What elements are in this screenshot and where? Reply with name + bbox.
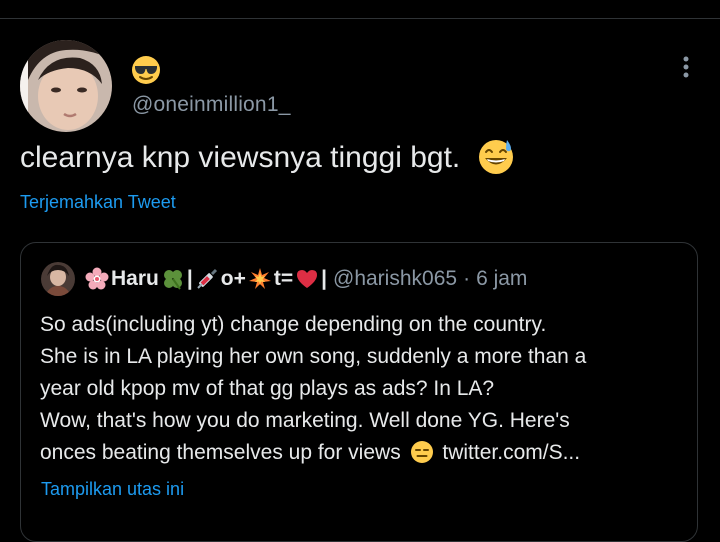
quoted-tweet-header: Haru | o+ t= | @harishk065 · 6 jam: [41, 261, 527, 297]
quoted-line: Wow, that's how you do marketing. Well d…: [40, 409, 570, 432]
collision-icon: [248, 268, 271, 289]
blossom-icon: [85, 267, 109, 290]
more-vertical-icon[interactable]: [672, 52, 700, 82]
quoted-author-handle[interactable]: @harishk065: [333, 267, 457, 291]
quoted-name-part: o+: [220, 267, 246, 290]
avatar[interactable]: [20, 40, 112, 132]
sunglasses-face-icon: [131, 55, 161, 85]
quoted-line: onces beating themselves up for views tw…: [40, 437, 690, 469]
four-leaf-clover-icon: [163, 270, 182, 290]
tweet-text: clearnya knp viewsnya tinggi bgt.: [20, 140, 515, 178]
heart-icon: [297, 270, 318, 288]
syringe-icon: [197, 268, 217, 289]
quoted-name-part: |: [321, 267, 327, 290]
quoted-name-part: |: [186, 267, 193, 290]
quoted-tweet[interactable]: Haru | o+ t= | @harishk065 · 6 jam So ad…: [20, 242, 698, 542]
quoted-line: year old kpop mv of that gg plays as ads…: [40, 377, 495, 400]
quoted-name-part: Haru: [111, 267, 159, 290]
quoted-timestamp[interactable]: 6 jam: [476, 267, 527, 291]
quoted-author-name[interactable]: Haru | o+ t= |: [85, 267, 327, 291]
quoted-name-part: t=: [273, 267, 294, 290]
divider: [0, 18, 720, 19]
quoted-line-text: onces beating themselves up for views: [40, 441, 401, 464]
quoted-line: She is in LA playing her own song, sudde…: [40, 345, 587, 368]
tweet-text-content: clearnya knp viewsnya tinggi bgt.: [20, 140, 461, 174]
separator-dot: ·: [463, 267, 471, 290]
tweet-author-handle[interactable]: @oneinmillion1_: [132, 93, 291, 117]
show-thread-link[interactable]: Tampilkan utas ini: [41, 479, 184, 500]
grinning-sweat-face-icon: [477, 137, 515, 175]
expressionless-face-icon: [410, 441, 433, 463]
quoted-url-link[interactable]: twitter.com/S...: [442, 441, 580, 464]
quoted-tweet-body: So ads(including yt) change depending on…: [40, 309, 690, 469]
quoted-line: So ads(including yt) change depending on…: [40, 313, 547, 336]
translate-tweet-link[interactable]: Terjemahkan Tweet: [20, 192, 176, 213]
quoted-avatar[interactable]: [41, 262, 75, 296]
